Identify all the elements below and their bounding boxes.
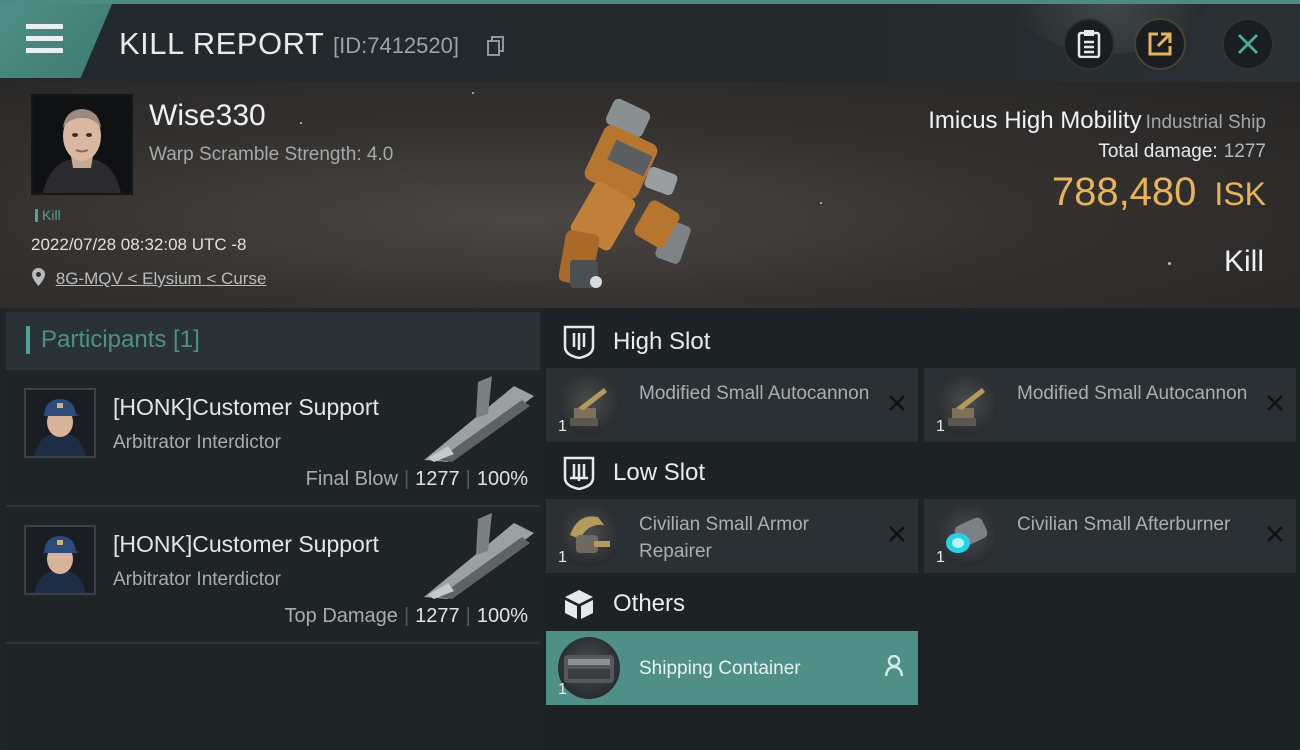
isk-amount: 788,480 (1051, 170, 1197, 214)
menu-icon (26, 24, 63, 56)
module-name: Modified Small Autocannon (1017, 383, 1248, 404)
total-damage: Total damage: 1277 (1098, 141, 1266, 163)
remove-x-icon[interactable] (1266, 394, 1284, 412)
kill-location[interactable]: 8G-MQV < Elysium < Curse (32, 268, 266, 289)
close-icon (1237, 33, 1259, 55)
victim-avatar (33, 96, 131, 193)
participant-avatar (24, 388, 96, 458)
armor-repairer-icon (558, 505, 620, 567)
module-qty: 1 (558, 681, 567, 698)
victim-portrait[interactable] (31, 94, 133, 195)
copy-icon[interactable] (487, 36, 505, 56)
participant-damage: 1277 (415, 605, 460, 627)
cargo-item[interactable]: 1 Shipping Container (546, 631, 918, 705)
participants-header-accent (26, 326, 30, 354)
participant-ship: Arbitrator Interdictor (113, 569, 281, 590)
autocannon-icon (936, 374, 998, 436)
ship-class: Industrial Ship (1145, 112, 1266, 133)
isk-currency: ISK (1214, 176, 1266, 212)
total-damage-label: Total damage: (1098, 141, 1218, 162)
victim-ship[interactable]: Imicus High Mobility Industrial Ship (928, 107, 1266, 135)
kill-datetime: 2022/07/28 08:32:08 UTC -8 (31, 235, 247, 254)
person-icon (884, 655, 904, 677)
participant-row[interactable]: [HONK]Customer Support Arbitrator Interd… (6, 505, 540, 639)
module-item[interactable]: 1 Civilian Small Afterburner (924, 499, 1296, 573)
location-link[interactable]: 8G-MQV < Elysium < Curse (56, 269, 267, 288)
module-item[interactable]: 1 Civilian Small Armor Repairer (546, 499, 918, 573)
module-name: Civilian Small Armor Repairer (639, 514, 809, 562)
remove-x-icon[interactable] (888, 394, 906, 412)
others-label: Others (613, 590, 686, 617)
star-decoration (820, 202, 822, 204)
participant-name: [HONK]Customer Support (113, 394, 379, 420)
participant-stats: Final Blow | 1277 | 100% (305, 468, 528, 490)
isk-value: 788,480 ISK (1052, 170, 1266, 215)
victim-name[interactable]: Wise330 (149, 99, 266, 133)
low-slot-header: Low Slot (546, 441, 1296, 503)
low-slot-label: Low Slot (613, 459, 706, 486)
star-decoration (472, 92, 474, 94)
report-id: [ID:7412520] (333, 33, 459, 58)
participant-role: Top Damage (284, 605, 398, 627)
high-slot-icon (563, 325, 595, 359)
kill-tag: Kill (35, 207, 61, 223)
participants-title: Participants [1] (41, 326, 200, 353)
autocannon-icon (558, 374, 620, 436)
page-title: KILL REPORT (119, 26, 325, 61)
module-name: Civilian Small Afterburner (1017, 514, 1231, 535)
shipping-container-icon (558, 637, 620, 699)
participants-empty-area (6, 642, 540, 750)
participant-ship-image (424, 513, 534, 599)
participant-ship: Arbitrator Interdictor (113, 432, 281, 453)
share-icon (1148, 32, 1172, 56)
participant-ship-image (424, 376, 534, 462)
total-damage-value: 1277 (1223, 141, 1266, 162)
participant-avatar (24, 525, 96, 595)
module-qty: 1 (936, 549, 945, 566)
module-name: Modified Small Autocannon (639, 383, 870, 404)
afterburner-icon (936, 505, 998, 567)
victim-ship-image (558, 98, 691, 288)
module-qty: 1 (558, 418, 567, 435)
remove-x-icon[interactable] (888, 525, 906, 543)
module-item[interactable]: 1 Modified Small Autocannon (924, 368, 1296, 442)
participant-name: [HONK]Customer Support (113, 531, 379, 557)
location-pin-icon (32, 268, 45, 286)
remove-x-icon[interactable] (1266, 525, 1284, 543)
others-box-icon (565, 590, 593, 619)
clipboard-button[interactable] (1063, 18, 1115, 70)
others-header: Others (546, 572, 1296, 634)
participant-role: Final Blow (305, 468, 398, 490)
warp-scramble-strength: Warp Scramble Strength: 4.0 (149, 144, 394, 165)
close-button[interactable] (1222, 18, 1274, 70)
participant-row[interactable]: [HONK]Customer Support Arbitrator Interd… (6, 368, 540, 502)
star-decoration (300, 122, 302, 124)
kill-result: Kill (1223, 245, 1264, 278)
participant-stats: Top Damage | 1277 | 100% (284, 605, 528, 627)
share-button[interactable] (1134, 18, 1186, 70)
clipboard-icon (1077, 30, 1101, 58)
participant-percent: 100% (476, 468, 528, 490)
module-qty: 1 (936, 418, 945, 435)
module-qty: 1 (558, 549, 567, 566)
participants-header[interactable]: Participants [1] (6, 312, 540, 368)
high-slot-header: High Slot (546, 310, 1296, 372)
module-name: Shipping Container (639, 658, 801, 679)
star-decoration (1168, 262, 1171, 265)
participant-percent: 100% (476, 605, 528, 627)
high-slot-label: High Slot (613, 328, 711, 355)
participant-damage: 1277 (415, 468, 460, 490)
ship-name: Imicus High Mobility (928, 107, 1142, 134)
module-item[interactable]: 1 Modified Small Autocannon (546, 368, 918, 442)
low-slot-icon (563, 456, 595, 490)
